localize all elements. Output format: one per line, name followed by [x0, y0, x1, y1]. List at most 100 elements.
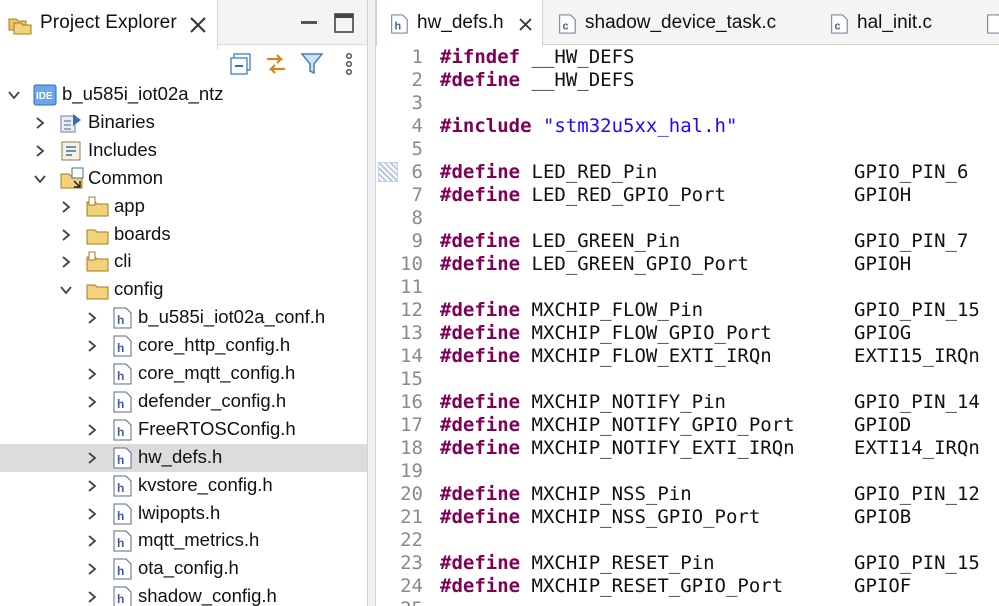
preprocessor-keyword: #define: [440, 322, 521, 344]
chevron-right-icon[interactable]: [58, 199, 74, 215]
chevron-right-icon[interactable]: [84, 450, 100, 466]
line-number: 7: [411, 184, 423, 206]
code-text: #define MXCHIP_RESET_Pin: [440, 552, 715, 574]
chevron-right-icon[interactable]: [84, 310, 100, 326]
tree-item[interactable]: boards: [0, 221, 367, 249]
chevron-right-icon[interactable]: [84, 422, 100, 438]
tree-item[interactable]: Common: [0, 165, 367, 193]
tree-item[interactable]: Binaries: [0, 109, 367, 137]
tree-item[interactable]: config: [0, 276, 367, 304]
chevron-down-icon[interactable]: [58, 282, 74, 298]
editor-tab[interactable]: h hw_defs.h: [376, 0, 543, 46]
file-icon[interactable]: [985, 13, 999, 35]
tree-item-label: hw_defs.h: [138, 445, 223, 467]
macro-value: GPIOD: [854, 414, 912, 436]
tree-item[interactable]: h FreeRTOSConfig.h: [0, 416, 367, 444]
code-text: #include "stm32u5xx_hal.h": [440, 115, 737, 137]
line-number: 22: [400, 529, 423, 551]
editor-tab[interactable]: c hal_init.c: [815, 0, 965, 45]
preprocessor-keyword: #include: [440, 115, 532, 137]
code-area[interactable]: 1 #ifndef __HW_DEFS 2 #define __HW_DEFS 3 4 #i…: [376, 46, 999, 606]
svg-text:c: c: [834, 20, 840, 32]
chevron-right-icon[interactable]: [84, 394, 100, 410]
collapse-all-icon[interactable]: [228, 50, 256, 78]
chevron-right-icon[interactable]: [58, 254, 74, 270]
code-text: #define MXCHIP_NSS_Pin: [440, 483, 692, 505]
preprocessor-keyword: #ifndef: [440, 46, 521, 68]
preprocessor-keyword: #define: [440, 299, 521, 321]
editor-tab-label: hw_defs.h: [417, 12, 504, 33]
chevron-down-icon[interactable]: [6, 87, 22, 103]
chevron-right-icon[interactable]: [58, 227, 74, 243]
macro-name: LED_RED_Pin: [520, 161, 658, 183]
code-text: #define MXCHIP_FLOW_GPIO_Port: [440, 322, 772, 344]
macro-name: LED_GREEN_GPIO_Port: [520, 253, 749, 275]
code-text: #define MXCHIP_NOTIFY_Pin: [440, 391, 726, 413]
tree-item-label: cli: [114, 250, 132, 272]
tree-item-label: ota_config.h: [138, 557, 239, 579]
preprocessor-keyword: #define: [440, 575, 521, 597]
svg-text:h: h: [117, 481, 124, 495]
macro-name: MXCHIP_FLOW_GPIO_Port: [520, 322, 772, 344]
tree-item[interactable]: h ota_config.h: [0, 555, 367, 583]
header-file-icon: h: [113, 335, 132, 357]
tree-item[interactable]: h hw_defs.h: [0, 443, 367, 472]
code-line: 10 #define LED_GREEN_GPIO_Port GPIOH: [376, 253, 999, 276]
chevron-right-icon[interactable]: [32, 143, 48, 159]
chevron-right-icon[interactable]: [84, 533, 100, 549]
tree-item[interactable]: h b_u585i_iot02a_conf.h: [0, 304, 367, 332]
close-icon[interactable]: [188, 15, 208, 35]
tree-item-label: defender_config.h: [138, 389, 287, 411]
chevron-right-icon[interactable]: [84, 561, 100, 577]
code-text: #define __HW_DEFS: [440, 69, 634, 91]
link-with-editor-icon[interactable]: [262, 50, 290, 78]
minimize-icon[interactable]: [300, 14, 318, 32]
close-icon[interactable]: [517, 16, 534, 33]
editor-tab[interactable]: c shadow_device_task.c: [543, 0, 815, 45]
chevron-right-icon[interactable]: [84, 506, 100, 522]
macro-value: GPIO_PIN_12: [854, 483, 980, 505]
tree-item[interactable]: h mqtt_metrics.h: [0, 527, 367, 555]
line-number: 17: [400, 414, 423, 436]
chevron-right-icon[interactable]: [84, 338, 100, 354]
header-file-icon: h: [113, 558, 132, 580]
c-file-icon: c: [831, 14, 848, 34]
tree-item[interactable]: h defender_config.h: [0, 388, 367, 416]
macro-value: GPIO_PIN_15: [854, 552, 980, 574]
tree-item[interactable]: h core_http_config.h: [0, 332, 367, 360]
tree-item[interactable]: h core_mqtt_config.h: [0, 360, 367, 388]
preprocessor-keyword: #define: [440, 552, 521, 574]
tree-item[interactable]: h shadow_config.h: [0, 583, 367, 606]
macro-value: GPIO_PIN_14: [854, 391, 980, 413]
tree-item[interactable]: Includes: [0, 137, 367, 165]
line-number: 12: [400, 299, 423, 321]
code-text: #define MXCHIP_NOTIFY_GPIO_Port: [440, 414, 795, 436]
filter-icon[interactable]: [298, 50, 326, 78]
macro-name: MXCHIP_RESET_GPIO_Port: [520, 575, 784, 597]
string-literal: "stm32u5xx_hal.h": [542, 115, 738, 137]
tree-item-label: Binaries: [88, 110, 155, 132]
chevron-right-icon[interactable]: [32, 115, 48, 131]
macro-name: MXCHIP_NOTIFY_GPIO_Port: [520, 414, 795, 436]
svg-text:h: h: [117, 536, 124, 550]
tree-item-label: kvstore_config.h: [138, 473, 273, 495]
chevron-down-icon[interactable]: [32, 171, 48, 187]
code-line: 6 #define LED_RED_Pin GPIO_PIN_6: [376, 161, 999, 184]
tree-item-label: core_mqtt_config.h: [138, 362, 296, 383]
macro-value: GPIOF: [854, 575, 912, 597]
line-number: 19: [400, 460, 423, 482]
chevron-right-icon[interactable]: [84, 366, 100, 382]
tree-item[interactable]: h lwipopts.h: [0, 500, 367, 528]
tree-item[interactable]: IDE b_u585i_iot02a_ntz: [0, 81, 367, 109]
chevron-right-icon[interactable]: [84, 589, 100, 605]
chevron-right-icon[interactable]: [84, 478, 100, 494]
project-explorer-tab[interactable]: Project Explorer: [0, 0, 218, 50]
maximize-icon[interactable]: [333, 12, 355, 34]
tree-item[interactable]: app: [0, 193, 367, 221]
view-menu-icon[interactable]: [335, 50, 363, 78]
tree-item[interactable]: h kvstore_config.h: [0, 472, 367, 500]
pane-splitter[interactable]: [367, 0, 376, 606]
tree-item[interactable]: cli: [0, 248, 367, 276]
header-file-icon: h: [113, 307, 132, 329]
tree-item-label: lwipopts.h: [138, 501, 221, 523]
